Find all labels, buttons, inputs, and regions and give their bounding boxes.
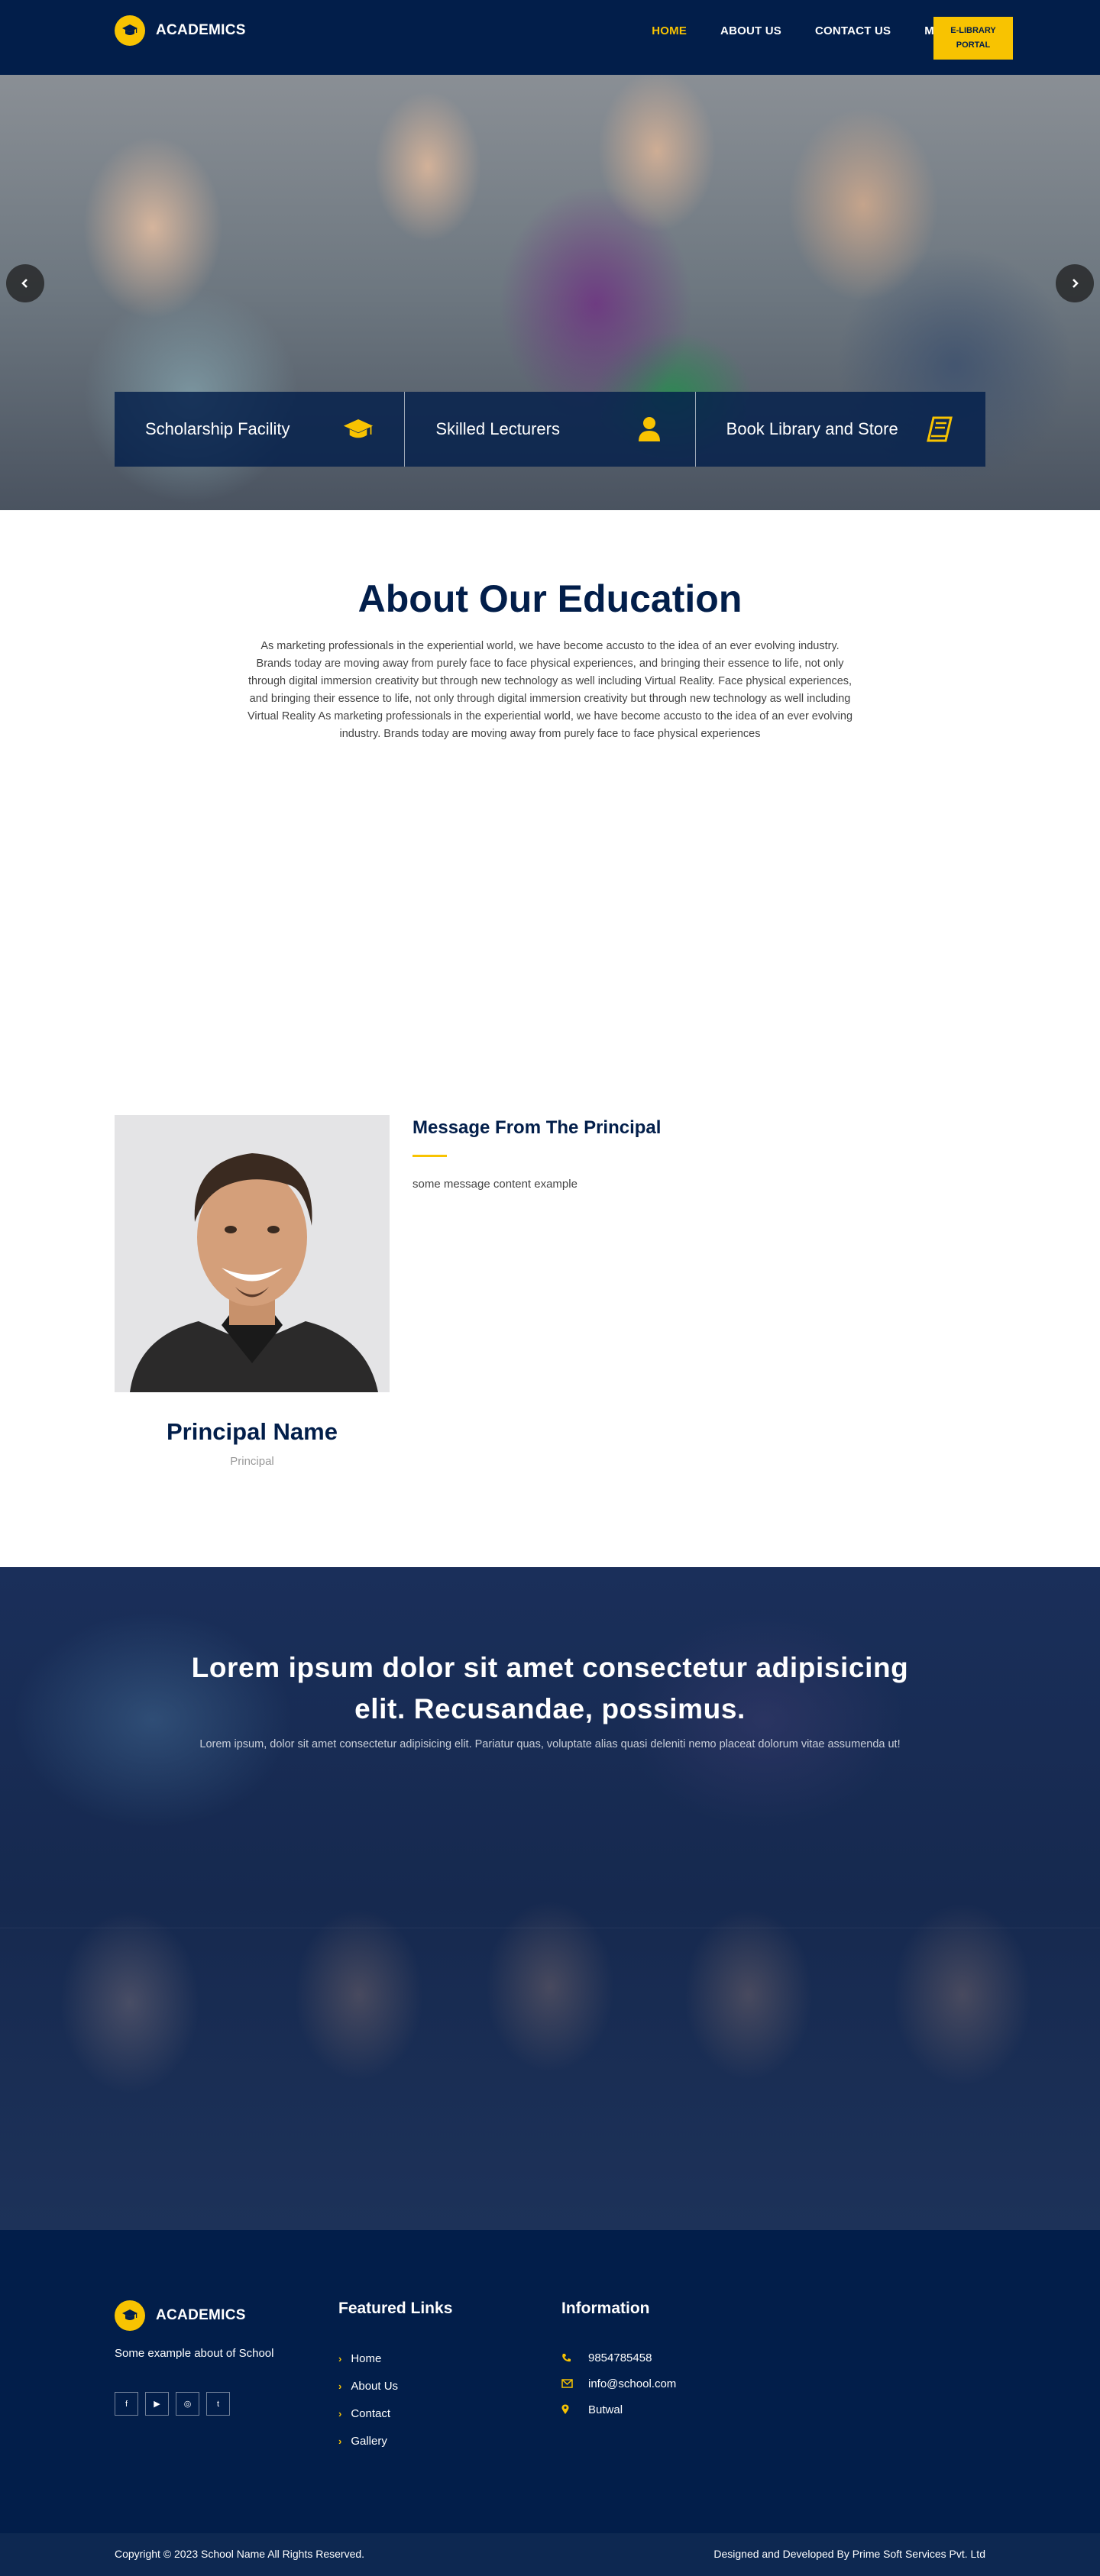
info-address: Butwal: [561, 2397, 676, 2422]
footer-brand-name: ACADEMICS: [156, 2307, 246, 2323]
nav-home[interactable]: HOME: [652, 24, 687, 37]
chevron-right-icon: ›: [338, 2352, 342, 2364]
graduation-cap-icon: [115, 2300, 145, 2331]
featured-links-title: Featured Links: [338, 2300, 453, 2317]
feature-scholarship[interactable]: Scholarship Facility: [115, 392, 406, 467]
instagram-icon[interactable]: ◎: [176, 2392, 199, 2416]
graduation-cap-icon: [115, 15, 145, 46]
brand-name: ACADEMICS: [156, 22, 246, 38]
social-links: f ▶ ◎ t: [115, 2392, 237, 2416]
site-header: ACADEMICS HOME ABOUT US CONTACT US MORE …: [0, 0, 1100, 75]
contact-information: 9854785458 info@school.com Butwal: [561, 2345, 676, 2422]
graduation-cap-icon: [343, 414, 374, 444]
footer-link-gallery[interactable]: › Gallery: [338, 2427, 398, 2455]
title-underline: [412, 1155, 447, 1157]
about-title: About Our Education: [358, 577, 742, 620]
principal-message-text: some message content example: [412, 1178, 578, 1191]
nav-about-us[interactable]: ABOUT US: [720, 24, 781, 37]
footer-link-label: About Us: [351, 2379, 399, 2393]
info-email: info@school.com: [561, 2371, 676, 2397]
e-library-portal-button[interactable]: E-LIBRARY PORTAL: [933, 17, 1013, 60]
footer-logo[interactable]: ACADEMICS: [115, 2300, 246, 2331]
address: Butwal: [588, 2403, 623, 2416]
site-footer: ACADEMICS Some example about of School f…: [0, 2230, 1100, 2533]
main-nav: HOME ABOUT US CONTACT US MORE: [618, 0, 959, 61]
page: ACADEMICS HOME ABOUT US CONTACT US MORE …: [0, 0, 1100, 2576]
principal-photo: [115, 1115, 390, 1392]
banner-title: Lorem ipsum dolor sit amet consectetur a…: [191, 1652, 909, 1724]
feature-title: Skilled Lecturers: [435, 419, 560, 438]
footer-about: Some example about of School: [115, 2347, 274, 2360]
chevron-left-icon[interactable]: [6, 264, 44, 302]
about-text: As marketing professionals in the experi…: [247, 640, 853, 740]
footer-link-contact[interactable]: › Contact: [338, 2400, 398, 2427]
chevron-right-icon: ›: [338, 2407, 342, 2419]
information-title: Information: [561, 2300, 650, 2317]
principal-role: Principal: [230, 1455, 274, 1468]
feature-title: Scholarship Facility: [145, 419, 290, 438]
twitter-icon[interactable]: t: [206, 2392, 230, 2416]
developer-credit: Designed and Developed By Prime Soft Ser…: [713, 2548, 985, 2560]
email-address[interactable]: info@school.com: [588, 2377, 676, 2390]
envelope-icon: [561, 2379, 584, 2388]
chevron-right-icon: ›: [338, 2435, 342, 2447]
phone-icon: [561, 2353, 584, 2363]
chevron-right-icon[interactable]: [1056, 264, 1094, 302]
banner-subtitle: Lorem ipsum, dolor sit amet consectetur …: [199, 1738, 901, 1750]
quote-banner: Lorem ipsum dolor sit amet consectetur a…: [0, 1567, 1100, 2230]
nav-contact-us[interactable]: CONTACT US: [815, 24, 891, 37]
copyright-text: Copyright © 2023 School Name All Rights …: [115, 2548, 365, 2560]
book-icon: [924, 414, 955, 444]
feature-title: Book Library and Store: [726, 419, 898, 438]
feature-lecturers[interactable]: Skilled Lecturers: [405, 392, 696, 467]
principal-name: Principal Name: [167, 1418, 338, 1445]
user-icon: [634, 414, 665, 444]
footer-link-label: Gallery: [351, 2434, 387, 2448]
footer-link-about-us[interactable]: › About Us: [338, 2372, 398, 2400]
map-marker-icon: [561, 2404, 584, 2415]
footer-link-label: Home: [351, 2351, 382, 2365]
featured-links: › Home › About Us › Contact › Gallery: [338, 2345, 398, 2455]
hero-slider: Scholarship Facility Skilled Lecturers B…: [0, 75, 1100, 510]
youtube-icon[interactable]: ▶: [145, 2392, 169, 2416]
feature-library[interactable]: Book Library and Store: [696, 392, 985, 467]
logo[interactable]: ACADEMICS: [115, 15, 246, 46]
feature-strip: Scholarship Facility Skilled Lecturers B…: [115, 392, 985, 467]
footer-link-label: Contact: [351, 2406, 391, 2420]
footer-link-home[interactable]: › Home: [338, 2345, 398, 2372]
principal-message-title: Message From The Principal: [412, 1117, 662, 1138]
info-phone: 9854785458: [561, 2345, 676, 2371]
facebook-icon[interactable]: f: [115, 2392, 138, 2416]
phone-number[interactable]: 9854785458: [588, 2351, 652, 2364]
chevron-right-icon: ›: [338, 2380, 342, 2392]
footer-bottom-bar: Copyright © 2023 School Name All Rights …: [0, 2533, 1100, 2576]
